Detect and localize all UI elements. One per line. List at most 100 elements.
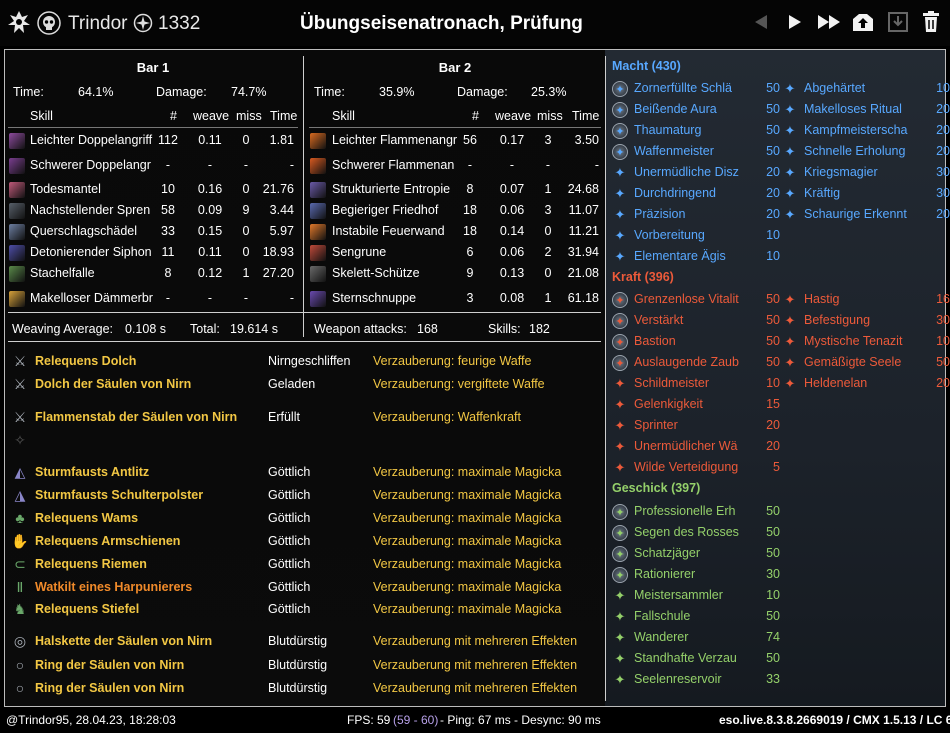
- trash-icon[interactable]: [918, 8, 944, 36]
- gear-enchant: Verzauberung: maximale Magicka: [373, 465, 562, 479]
- gear-enchant: Verzauberung: Waffenkraft: [373, 410, 522, 424]
- cp-star-name: Meistersammler: [634, 588, 723, 602]
- passive-star-icon: ✦: [614, 186, 626, 201]
- cp-star-name: Elementare Ägis: [634, 249, 726, 263]
- passive-star-icon: ✦: [614, 439, 626, 454]
- skill-miss: -: [545, 158, 551, 172]
- skill-time: 11.07: [568, 203, 599, 217]
- passive-star-icon: ✦: [784, 292, 796, 307]
- passive-star-icon: ✦: [784, 376, 796, 391]
- skill-icon: [310, 203, 326, 219]
- cp-star-icon: [133, 13, 153, 33]
- skill-count: 8: [466, 182, 474, 196]
- skill-icon: [9, 158, 25, 174]
- bar1-damage-value: 74.7%: [231, 85, 267, 99]
- gear-name: Dolch der Säulen von Nirn: [35, 377, 192, 391]
- class-emblem-icon: [8, 11, 30, 33]
- cp-star-name: Hastig: [804, 292, 840, 306]
- cp-star-name: Unermüdliche Disz: [634, 165, 739, 179]
- skill-icon: [310, 224, 326, 240]
- skill-name: Leichter Doppelangriff: [30, 133, 153, 147]
- skill-time: 3.44: [269, 203, 294, 217]
- skill-icon: [9, 224, 25, 240]
- skill-count: 9: [466, 266, 474, 280]
- cp-star-name: Schaurige Erkennt: [804, 207, 907, 221]
- cp-star-name: Bastion: [634, 334, 676, 348]
- slotted-star-icon: ✦: [612, 334, 628, 350]
- skill-weave: 0.06: [499, 245, 525, 259]
- passive-star-icon: ✦: [784, 207, 796, 222]
- passive-star-icon: ✦: [784, 313, 796, 328]
- gloves-icon: ✋: [11, 532, 29, 549]
- gear-trait: Göttlich: [268, 557, 311, 571]
- chest-icon: ♣: [15, 510, 25, 526]
- cp-star-name: Schatzjäger: [634, 546, 701, 560]
- status-footer: @Trindor95, 28.04.23, 18:28:03 FPS: 59 (…: [0, 708, 950, 733]
- skill-time: 61.18: [567, 291, 599, 305]
- skill-name: Strukturierte Entropie: [332, 182, 451, 196]
- gear-name: Relequens Riemen: [35, 557, 147, 571]
- gear-enchant: Verzauberung: maximale Magicka: [373, 534, 562, 548]
- skill-time: 27.20: [262, 266, 294, 280]
- cp-star-value: 50: [766, 334, 780, 348]
- gear-trait: Göttlich: [268, 602, 311, 616]
- passive-star-icon: ✦: [614, 207, 626, 222]
- cp-star-name: Sprinter: [634, 418, 678, 432]
- skill-icon: [310, 158, 326, 174]
- gear-enchant: Verzauberung: maximale Magicka: [373, 511, 562, 525]
- col-count: #: [472, 109, 479, 123]
- passive-star-icon: ✦: [784, 123, 796, 138]
- champion-points-list: Macht (430) ✦ Zornerfüllte Schlä 50 ✦ Beißend…: [605, 49, 950, 707]
- cp-star-name: Schnelle Erholung: [804, 144, 906, 158]
- cp-star-value: 50: [936, 355, 950, 369]
- col-weave: weave: [495, 109, 532, 123]
- cp-star-value: 50: [766, 546, 780, 560]
- play-icon[interactable]: [782, 8, 808, 36]
- gear-enchant: Verzauberung mit mehreren Effekten: [373, 681, 578, 695]
- cp-star-name: Segen des Rosses: [634, 525, 739, 539]
- cp-star-name: Schildmeister: [634, 376, 710, 390]
- skill-miss: 1: [544, 291, 552, 305]
- cp-star-name: Fallschule: [634, 609, 691, 623]
- passive-star-icon: ✦: [784, 334, 796, 349]
- bar-divider: [303, 56, 304, 337]
- skill-count: 18: [463, 203, 477, 217]
- helmet-icon: ◭: [14, 463, 26, 480]
- skill-count: 18: [463, 224, 477, 238]
- slotted-star-icon: ✦: [612, 546, 628, 562]
- bar2-damage-value: 25.3%: [531, 85, 567, 99]
- gear-enchant: Verzauberung: maximale Magicka: [373, 488, 562, 502]
- prev-icon[interactable]: [748, 8, 774, 36]
- skill-icon: [310, 245, 326, 261]
- bar2-title: Bar 2: [438, 60, 472, 75]
- cp-star-value: 50: [766, 504, 780, 518]
- bar1-footer-left-value: 0.108 s: [125, 322, 167, 336]
- upload-icon[interactable]: [850, 8, 876, 36]
- cp-star-name: Wilde Verteidigung: [634, 460, 739, 474]
- skill-miss: 0: [242, 245, 250, 259]
- passive-star-icon: ✦: [614, 651, 626, 666]
- col-weave: weave: [193, 109, 230, 123]
- cp-star-value: 20: [936, 207, 950, 221]
- fast-forward-icon[interactable]: [815, 8, 845, 36]
- passive-star-icon: ✦: [614, 397, 626, 412]
- belt-icon: ⊂: [14, 555, 26, 572]
- passive-star-icon: ✦: [784, 186, 796, 201]
- skill-weave: 0.06: [499, 203, 525, 217]
- slotted-star-icon: ✦: [612, 504, 628, 520]
- cp-star-name: Kampfmeisterscha: [804, 123, 908, 137]
- cp-star-name: Gemäßigte Seele: [804, 355, 902, 369]
- cp-star-value: 30: [936, 186, 950, 200]
- cp-star-value: 50: [766, 651, 780, 665]
- skill-miss: 0: [242, 182, 250, 196]
- gear-enchant: Verzauberung: feurige Waffe: [373, 354, 532, 368]
- col-skill: Skill: [332, 109, 355, 123]
- skill-miss: 0: [242, 224, 250, 238]
- bar1-title: Bar 1: [136, 60, 170, 75]
- version-info: eso.live.8.3.8.2669019 / CMX 1.5.13 / LC…: [719, 713, 950, 727]
- skill-name: Leichter Flammenangr: [332, 133, 458, 147]
- passive-star-icon: ✦: [784, 144, 796, 159]
- skill-count: -: [165, 291, 171, 305]
- gear-trait: Blutdürstig: [268, 681, 328, 695]
- skill-weave: 0.14: [499, 224, 525, 238]
